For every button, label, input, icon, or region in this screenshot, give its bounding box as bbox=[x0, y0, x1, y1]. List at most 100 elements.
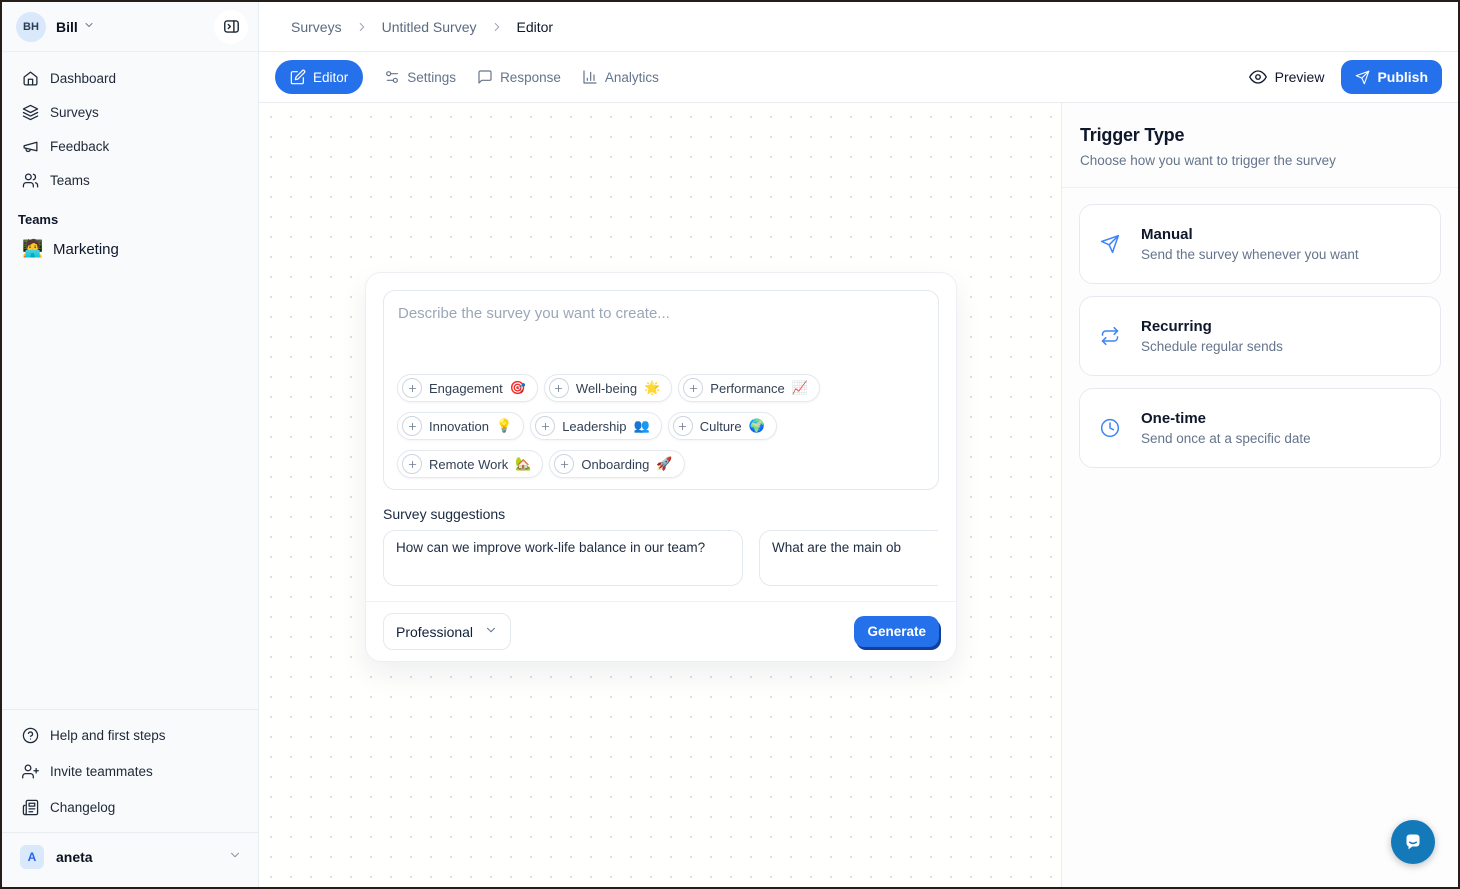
send-icon bbox=[1355, 70, 1370, 85]
home-icon bbox=[22, 70, 39, 87]
panel-subtitle: Choose how you want to trigger the surve… bbox=[1080, 153, 1440, 168]
chat-launcher-button[interactable] bbox=[1391, 820, 1435, 864]
chip-remote-work[interactable]: Remote Work 🏡 bbox=[397, 450, 543, 478]
tab-label: Editor bbox=[313, 70, 348, 85]
chip-label: Leadership bbox=[562, 419, 626, 434]
breadcrumb-link-surveys[interactable]: Surveys bbox=[291, 19, 342, 35]
workspace-avatar[interactable]: BH bbox=[16, 12, 46, 42]
tab-label: Settings bbox=[407, 70, 456, 85]
plus-icon bbox=[402, 454, 422, 474]
chevron-down-icon bbox=[83, 18, 95, 36]
plus-icon bbox=[554, 454, 574, 474]
suggestion-card[interactable]: What are the main ob bbox=[759, 530, 938, 586]
trigger-type-panel: Trigger Type Choose how you want to trig… bbox=[1061, 103, 1458, 887]
sidebar-item-feedback[interactable]: Feedback bbox=[14, 130, 246, 162]
megaphone-icon bbox=[22, 138, 39, 155]
plus-icon bbox=[402, 378, 422, 398]
trigger-option-one-time[interactable]: One-time Send once at a specific date bbox=[1079, 388, 1441, 468]
trigger-option-recurring[interactable]: Recurring Schedule regular sends bbox=[1079, 296, 1441, 376]
generate-button[interactable]: Generate bbox=[854, 616, 939, 647]
sidebar-item-changelog[interactable]: Changelog bbox=[14, 790, 246, 824]
layers-icon bbox=[22, 104, 39, 121]
people-emoji-icon: 👥 bbox=[634, 418, 650, 434]
app-window: BH Bill Dashboard Surveys Feedback bbox=[0, 0, 1460, 889]
sidebar-footer-nav: Help and first steps Invite teammates Ch… bbox=[2, 709, 258, 832]
sidebar-item-surveys[interactable]: Surveys bbox=[14, 96, 246, 128]
composer-footer: Professional Generate bbox=[366, 602, 956, 661]
sidebar-item-help[interactable]: Help and first steps bbox=[14, 718, 246, 752]
option-title: Recurring bbox=[1141, 318, 1283, 335]
tab-response[interactable]: Response bbox=[477, 69, 561, 85]
target-emoji-icon: 🎯 bbox=[510, 380, 526, 396]
tab-analytics[interactable]: Analytics bbox=[582, 69, 659, 85]
suggestion-card[interactable]: How can we improve work-life balance in … bbox=[383, 530, 743, 586]
chip-leadership[interactable]: Leadership 👥 bbox=[530, 412, 662, 440]
chip-label: Culture bbox=[700, 419, 742, 434]
tone-select[interactable]: Professional bbox=[383, 613, 511, 650]
plus-icon bbox=[683, 378, 703, 398]
tone-value: Professional bbox=[396, 624, 473, 640]
trigger-options: Manual Send the survey whenever you want… bbox=[1062, 188, 1458, 484]
option-description: Send once at a specific date bbox=[1141, 431, 1311, 446]
user-plus-icon bbox=[22, 763, 39, 780]
edit-icon bbox=[290, 69, 306, 85]
globe-emoji-icon: 🌍 bbox=[749, 418, 765, 434]
preview-button[interactable]: Preview bbox=[1249, 68, 1325, 86]
preview-label: Preview bbox=[1275, 69, 1325, 85]
help-circle-icon bbox=[22, 727, 39, 744]
editor-canvas: Engagement 🎯 Well-being 🌟 Performance 📈 bbox=[259, 103, 1061, 887]
user-menu[interactable]: A aneta bbox=[2, 832, 258, 887]
trigger-option-manual[interactable]: Manual Send the survey whenever you want bbox=[1079, 204, 1441, 284]
chip-culture[interactable]: Culture 🌍 bbox=[668, 412, 777, 440]
sidebar-item-label: Teams bbox=[50, 173, 90, 188]
chip-engagement[interactable]: Engagement 🎯 bbox=[397, 374, 538, 402]
rocket-emoji-icon: 🚀 bbox=[656, 456, 672, 472]
prompt-box: Engagement 🎯 Well-being 🌟 Performance 📈 bbox=[383, 290, 939, 490]
repeat-icon bbox=[1100, 326, 1120, 346]
workspace-header: BH Bill bbox=[2, 2, 258, 52]
star-emoji-icon: 🌟 bbox=[644, 380, 660, 396]
sidebar-item-dashboard[interactable]: Dashboard bbox=[14, 62, 246, 94]
sidebar-item-label: Feedback bbox=[50, 139, 109, 154]
breadcrumb-current: Editor bbox=[517, 19, 554, 35]
eye-icon bbox=[1249, 68, 1267, 86]
suggestions-row: How can we improve work-life balance in … bbox=[383, 530, 938, 586]
breadcrumb-link-untitled-survey[interactable]: Untitled Survey bbox=[382, 19, 477, 35]
sidebar-item-label: Changelog bbox=[50, 800, 115, 815]
chevron-down-icon bbox=[484, 623, 498, 640]
chip-performance[interactable]: Performance 📈 bbox=[678, 374, 820, 402]
sliders-icon bbox=[384, 69, 400, 85]
chip-innovation[interactable]: Innovation 💡 bbox=[397, 412, 524, 440]
sidebar-item-label: Invite teammates bbox=[50, 764, 153, 779]
sidebar-team-marketing[interactable]: 🧑‍💻 Marketing bbox=[14, 231, 246, 267]
option-title: One-time bbox=[1141, 410, 1311, 427]
collapse-sidebar-button[interactable] bbox=[214, 10, 248, 44]
sidebar: BH Bill Dashboard Surveys Feedback bbox=[2, 2, 259, 887]
user-name: aneta bbox=[56, 849, 93, 865]
chevron-right-icon bbox=[490, 20, 504, 34]
panel-title: Trigger Type bbox=[1080, 125, 1440, 146]
message-icon bbox=[477, 69, 493, 85]
editor-toolbar: Editor Settings Response Analytics Previ… bbox=[259, 52, 1458, 103]
tab-editor[interactable]: Editor bbox=[275, 60, 363, 94]
trigger-panel-header: Trigger Type Choose how you want to trig… bbox=[1062, 103, 1458, 188]
bar-chart-icon bbox=[582, 69, 598, 85]
sidebar-item-teams[interactable]: Teams bbox=[14, 164, 246, 196]
tab-label: Analytics bbox=[605, 70, 659, 85]
option-description: Schedule regular sends bbox=[1141, 339, 1283, 354]
chart-emoji-icon: 📈 bbox=[792, 380, 808, 396]
tab-settings[interactable]: Settings bbox=[384, 69, 456, 85]
chip-well-being[interactable]: Well-being 🌟 bbox=[544, 374, 672, 402]
publish-button[interactable]: Publish bbox=[1341, 60, 1442, 94]
publish-label: Publish bbox=[1377, 69, 1428, 85]
tab-label: Response bbox=[500, 70, 561, 85]
workspace-name[interactable]: Bill bbox=[56, 19, 78, 35]
chip-label: Onboarding bbox=[581, 457, 649, 472]
sidebar-item-invite-teammates[interactable]: Invite teammates bbox=[14, 754, 246, 788]
sidebar-item-label: Dashboard bbox=[50, 71, 116, 86]
plus-icon bbox=[402, 416, 422, 436]
messenger-icon bbox=[1401, 830, 1425, 854]
chip-onboarding[interactable]: Onboarding 🚀 bbox=[549, 450, 684, 478]
suggestions-title: Survey suggestions bbox=[383, 506, 939, 522]
send-icon bbox=[1100, 234, 1120, 254]
